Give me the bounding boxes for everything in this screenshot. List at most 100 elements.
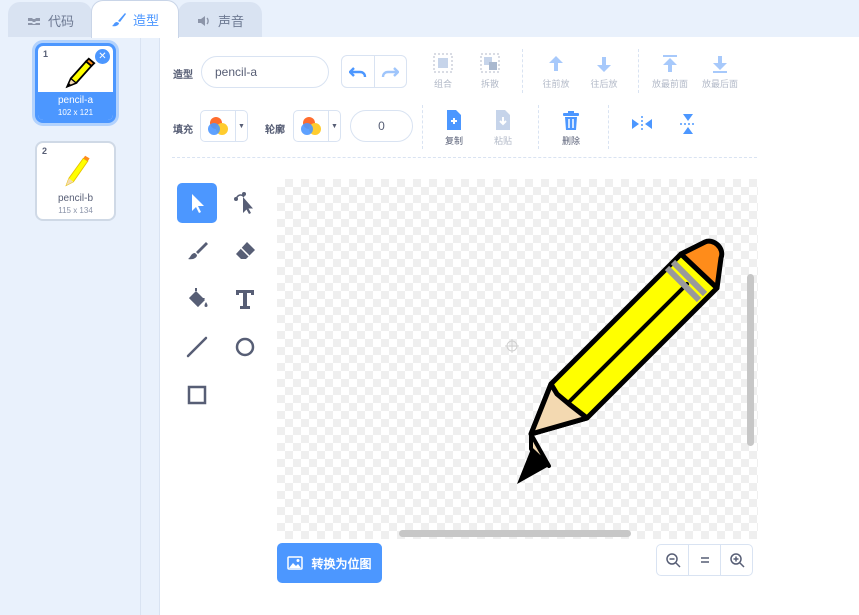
tab-costumes[interactable]: 造型	[91, 0, 179, 38]
bring-front-icon	[663, 55, 677, 72]
redo-icon	[382, 66, 400, 77]
toolbar-divider	[638, 49, 639, 93]
flip-horizontal-icon	[632, 116, 652, 132]
flip-vertical-button[interactable]	[666, 109, 710, 142]
send-back-button[interactable]: 放最后面	[698, 52, 742, 90]
convert-to-bitmap-label: 转换为位图	[311, 556, 372, 571]
outline-label: 轮廓	[265, 125, 285, 136]
arrow-pointer-icon	[192, 194, 204, 213]
text-t-icon	[236, 290, 254, 309]
toolbar-divider	[538, 105, 539, 149]
arrow-up-icon	[549, 56, 563, 71]
zoom-in-icon	[729, 553, 745, 568]
select-tool[interactable]	[177, 183, 217, 223]
costume-item-pencil-a[interactable]: 1 ✕ pencil-a 102 x 121	[35, 43, 116, 123]
tab-sounds[interactable]: 声音	[178, 2, 262, 38]
backward-label: 往后放	[590, 79, 618, 89]
flip-vertical-icon	[680, 114, 696, 134]
paint-editor: 造型 pencil-a 组合 拆散 往前放 往后放 放最前面 放最后面 填充 ▼…	[159, 37, 859, 615]
flip-horizontal-button[interactable]	[620, 109, 664, 142]
paste-label: 粘贴	[493, 136, 512, 146]
costume-footer: pencil-a 102 x 121	[38, 92, 113, 120]
costume-name-input[interactable]: pencil-a	[201, 56, 329, 88]
copy-button[interactable]: 复制	[432, 109, 476, 147]
trash-icon	[563, 111, 579, 130]
convert-to-bitmap-button[interactable]: 转换为位图	[277, 543, 382, 583]
delete-label: 删除	[561, 136, 580, 146]
bring-front-button[interactable]: 放最前面	[648, 52, 692, 90]
circle-tool[interactable]	[225, 327, 265, 367]
undo-redo-group	[341, 55, 407, 88]
ungroup-label: 拆散	[480, 79, 499, 89]
multicolor-swatch-icon	[208, 117, 228, 135]
speaker-icon	[197, 15, 209, 26]
costume-index: 2	[42, 146, 48, 156]
tab-costumes-label: 造型	[132, 13, 159, 28]
costume-name: pencil-b	[57, 193, 94, 204]
line-icon	[186, 336, 208, 358]
text-tool[interactable]	[225, 279, 265, 319]
paste-icon	[496, 110, 510, 130]
fill-label: 填充	[173, 125, 193, 136]
paint-bucket-icon	[189, 288, 208, 307]
eraser-icon	[236, 242, 255, 259]
vertical-scrollbar[interactable]	[747, 274, 754, 446]
costume-name-label: 造型	[173, 70, 193, 81]
paste-button[interactable]: 粘贴	[481, 109, 525, 147]
zoom-controls	[656, 544, 753, 576]
redo-button[interactable]	[375, 56, 407, 87]
toolbar-divider	[608, 105, 609, 149]
tab-code-label: 代码	[47, 14, 74, 29]
costume-size: 115 x 134	[58, 206, 93, 215]
copy-icon	[447, 110, 461, 130]
zoom-out-icon	[665, 553, 681, 568]
costume-size: 102 x 121	[57, 108, 94, 117]
forward-label: 往前放	[542, 79, 570, 89]
outline-width-input[interactable]: 0	[350, 110, 413, 142]
tab-sounds-label: 声音	[217, 14, 244, 29]
horizontal-scrollbar[interactable]	[399, 530, 631, 537]
delete-costume-icon[interactable]: ✕	[95, 49, 110, 64]
costume-name: pencil-a	[57, 95, 94, 106]
forward-button[interactable]: 往前放	[534, 52, 578, 90]
rectangle-icon	[187, 385, 207, 405]
backward-button[interactable]: 往后放	[582, 52, 626, 90]
group-button[interactable]: 组合	[421, 52, 465, 90]
group-label: 组合	[433, 79, 452, 89]
multicolor-swatch-icon	[301, 117, 321, 135]
tab-code[interactable]: 代码	[8, 2, 92, 38]
fill-tool[interactable]	[177, 279, 217, 319]
chevron-down-icon: ▼	[238, 122, 245, 130]
undo-icon	[348, 66, 366, 77]
eraser-tool[interactable]	[225, 231, 265, 271]
send-back-label: 放最后面	[701, 79, 738, 89]
rectangle-tool[interactable]	[177, 375, 217, 415]
line-tool[interactable]	[177, 327, 217, 367]
send-back-icon	[713, 56, 727, 73]
zoom-reset-button[interactable]	[689, 545, 721, 575]
zoom-in-button[interactable]	[721, 545, 752, 575]
bring-front-label: 放最前面	[651, 79, 688, 89]
chevron-down-icon: ▼	[331, 122, 338, 130]
group-icon	[433, 53, 453, 73]
pencil-thumbnail	[65, 155, 90, 187]
zoom-out-button[interactable]	[657, 545, 689, 575]
delete-button[interactable]: 删除	[549, 109, 593, 147]
paint-canvas[interactable]	[277, 179, 758, 539]
costume-item-pencil-b[interactable]: 2 pencil-b 115 x 134	[35, 141, 116, 221]
pencil-thumbnail	[65, 57, 96, 89]
brush-tool[interactable]	[177, 231, 217, 271]
costume-index: 1	[43, 49, 49, 59]
tab-bar: 代码 造型 声音	[0, 0, 859, 38]
reshape-tool[interactable]	[225, 183, 265, 223]
brush-icon	[111, 12, 126, 26]
reshape-pointer-icon	[234, 192, 253, 214]
fill-color-picker[interactable]: ▼	[200, 110, 248, 142]
costume-list: 1 ✕ pencil-a 102 x 121 2 pencil-b 115 x …	[0, 37, 141, 615]
undo-button[interactable]	[342, 56, 375, 87]
outline-color-picker[interactable]: ▼	[293, 110, 341, 142]
ungroup-button[interactable]: 拆散	[468, 52, 512, 90]
arrow-down-icon	[597, 57, 611, 72]
pencil-drawing	[517, 238, 725, 484]
brush-icon	[188, 242, 208, 260]
